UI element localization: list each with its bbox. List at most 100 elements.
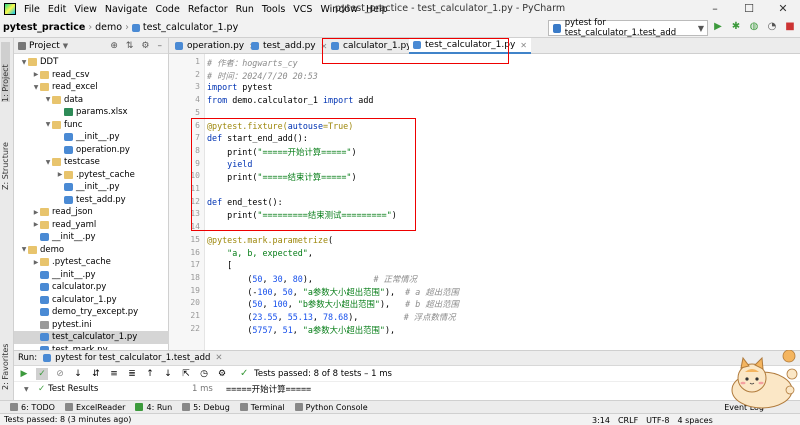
collapse-all-icon[interactable]: ≣ [126, 368, 138, 380]
chevron-down-icon[interactable]: ▼ [32, 84, 40, 91]
chevron-right-icon[interactable]: ▶ [32, 209, 40, 216]
tree-item[interactable]: __init__.py [14, 181, 169, 194]
tree-item[interactable]: ▶ read_json [14, 206, 169, 219]
debug-icon[interactable]: ✱ [730, 21, 742, 33]
tree-item[interactable]: __init__.py [14, 269, 169, 282]
menu-item-tools[interactable]: Tools [258, 4, 289, 15]
run-icon[interactable]: ▶ [712, 21, 724, 33]
chevron-down-icon[interactable]: ▼ [20, 59, 28, 66]
tree-item[interactable]: operation.py [14, 144, 169, 157]
run-tab[interactable]: pytest for test_calculator_1.test_add ✕ [43, 353, 223, 363]
bottom-tool-run[interactable]: 4: Run [135, 403, 172, 412]
sort-duration-icon[interactable]: ⇵ [90, 368, 102, 380]
rerun-icon[interactable]: ▶ [18, 368, 30, 380]
tree-item[interactable]: ▶ read_yaml [14, 219, 169, 232]
tree-item[interactable]: ▼ testcase [14, 156, 169, 169]
bottom-tool-debug[interactable]: 5: Debug [182, 403, 230, 412]
chevron-down-icon[interactable]: ▼ [24, 386, 29, 393]
code-token: (- [207, 286, 258, 297]
show-passed-icon[interactable]: ✓ [36, 367, 48, 380]
bottom-tool-excelreader[interactable]: ExcelReader [64, 403, 125, 412]
previous-icon[interactable]: ↑ [144, 368, 156, 380]
run-configuration-select[interactable]: pytest for test_calculator_1.test_add ▼ [548, 18, 708, 38]
tree-item[interactable]: __init__.py [14, 231, 169, 244]
bottom-tool-todo[interactable]: 6: TODO [10, 403, 55, 412]
chevron-down-icon[interactable]: ▼ [44, 121, 52, 128]
sort-alpha-icon[interactable]: ↓ [72, 368, 84, 380]
tree-item[interactable]: ▶ read_csv [14, 69, 169, 82]
tree-item[interactable]: test_calculator_1.py [14, 331, 169, 344]
file-encoding[interactable]: UTF-8 [646, 416, 669, 425]
maximize-icon[interactable]: ☐ [732, 0, 766, 18]
menu-item-edit[interactable]: Edit [44, 4, 70, 15]
hide-icon[interactable]: – [158, 41, 163, 51]
tree-item[interactable]: demo_try_except.py [14, 306, 169, 319]
test-results-row[interactable]: ▼ ✓ Test Results 1 ms =====开始计算===== [14, 382, 800, 396]
tree-item[interactable]: params.xlsx [14, 106, 169, 119]
expand-all-icon[interactable]: ≡ [108, 368, 120, 380]
settings-icon[interactable]: ⚙ [216, 368, 228, 380]
tree-item[interactable]: ▼ func [14, 119, 169, 132]
code-token: import [207, 82, 238, 93]
tree-item[interactable]: ▼ demo [14, 244, 169, 257]
line-separator[interactable]: CRLF [618, 416, 638, 425]
close-icon[interactable]: ✕ [766, 0, 800, 18]
close-icon[interactable]: ✕ [520, 41, 527, 50]
next-icon[interactable]: ↓ [162, 368, 174, 380]
close-icon[interactable]: ✕ [215, 353, 222, 363]
tree-item[interactable]: ▶ .pytest_cache [14, 169, 169, 182]
editor-tab[interactable]: test_add.py ✕ [247, 38, 331, 54]
check-icon: ✓ [38, 384, 46, 394]
chevron-right-icon[interactable]: ▶ [32, 71, 40, 78]
chevron-right-icon[interactable]: ▶ [32, 221, 40, 228]
code-token: , [277, 312, 288, 322]
structure-tool-tab[interactable]: Z: Structure [1, 128, 10, 190]
breadcrumb-file[interactable]: test_calculator_1.py [129, 22, 241, 33]
menu-item-vcs[interactable]: VCS [289, 4, 316, 15]
menu-item-code[interactable]: Code [151, 4, 183, 15]
tree-item[interactable]: ▼ data [14, 94, 169, 107]
breadcrumb-folder[interactable]: demo [92, 22, 125, 33]
show-ignored-icon[interactable]: ⊘ [54, 368, 66, 380]
chevron-right-icon[interactable]: ▶ [56, 171, 64, 178]
menu-item-run[interactable]: Run [232, 4, 258, 15]
favorites-tool-tab[interactable]: 2: Favorites [1, 338, 10, 390]
tree-item[interactable]: ▶ .pytest_cache [14, 256, 169, 269]
menu-item-navigate[interactable]: Navigate [101, 4, 152, 15]
tree-item[interactable]: test_add.py [14, 194, 169, 207]
editor-area: operation.py✕test_add.py✕calculator_1.py… [169, 38, 800, 350]
tree-item[interactable]: calculator_1.py [14, 294, 169, 307]
code-token: 23.55 [252, 312, 278, 322]
stop-icon[interactable]: ■ [784, 21, 796, 33]
coverage-icon[interactable]: ◍ [748, 21, 760, 33]
chevron-down-icon[interactable]: ▼ [20, 246, 28, 253]
project-panel-title[interactable]: Project [29, 41, 60, 51]
tree-item[interactable]: pytest.ini [14, 319, 169, 332]
code-token: 30 [272, 273, 283, 284]
gear-icon[interactable]: ⚙ [141, 41, 149, 51]
indent-setting[interactable]: 4 spaces [678, 416, 713, 425]
history-icon[interactable]: ◷ [198, 368, 210, 380]
tree-item[interactable]: calculator.py [14, 281, 169, 294]
tree-item[interactable]: ▼ read_excel [14, 81, 169, 94]
menu-item-refactor[interactable]: Refactor [184, 4, 232, 15]
code-token: add [353, 95, 374, 106]
chevron-right-icon[interactable]: ▶ [32, 259, 40, 266]
chevron-down-icon[interactable]: ▼ [63, 42, 68, 50]
target-icon[interactable]: ⊕ [110, 41, 118, 51]
export-icon[interactable]: ⇱ [180, 368, 192, 380]
chevron-down-icon[interactable]: ▼ [44, 96, 52, 103]
minimize-icon[interactable]: – [698, 0, 732, 18]
caret-position[interactable]: 3:14 [592, 416, 610, 425]
menu-item-file[interactable]: File [20, 4, 44, 15]
tree-item[interactable]: __init__.py [14, 131, 169, 144]
profile-icon[interactable]: ◔ [766, 21, 778, 33]
collapse-icon[interactable]: ⇅ [126, 41, 134, 51]
tree-item[interactable]: ▼ DDT [14, 56, 169, 69]
project-tool-tab[interactable]: 1: Project [1, 42, 10, 102]
bottom-tool-python-console[interactable]: Python Console [294, 403, 368, 412]
bottom-tool-terminal[interactable]: Terminal [239, 403, 285, 412]
menu-item-view[interactable]: View [70, 4, 101, 15]
breadcrumb-project[interactable]: pytest_practice [0, 22, 88, 33]
chevron-down-icon[interactable]: ▼ [44, 159, 52, 166]
